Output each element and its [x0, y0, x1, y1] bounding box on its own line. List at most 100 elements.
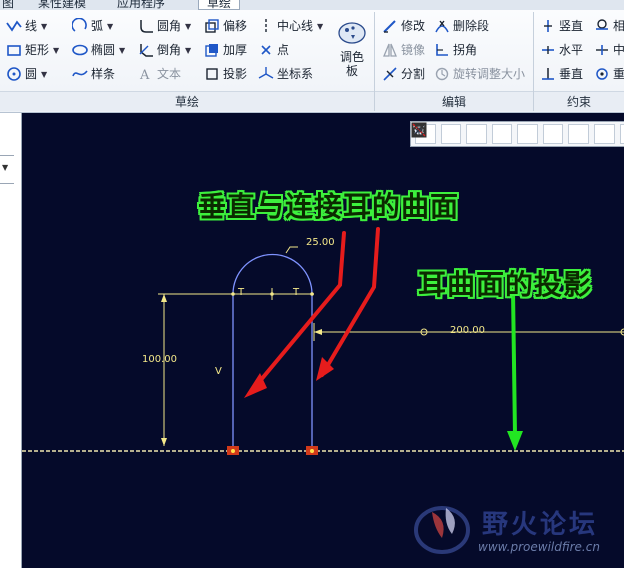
coincident-constraint-button[interactable]: 重: [594, 64, 624, 84]
zoom-in-button[interactable]: [412, 123, 462, 144]
project-label: 投影: [223, 67, 248, 81]
tab-applications[interactable]: 应用程序: [117, 0, 165, 10]
delete-segment-label: 删除段: [453, 19, 490, 33]
delete-segment-button[interactable]: 删除段: [434, 16, 489, 36]
chevron-down-icon[interactable]: ▼: [119, 46, 125, 55]
zoom-out-button[interactable]: [412, 123, 487, 144]
vertical-constraint-label: 竖直: [559, 19, 584, 33]
tangent-constraint-button[interactable]: 相: [594, 16, 624, 36]
group-label-constrain: 约束: [534, 91, 624, 111]
tab-view[interactable]: 图: [2, 0, 14, 10]
chevron-down-icon[interactable]: ▼: [107, 22, 113, 31]
arc-icon: [72, 18, 88, 34]
coincident-constraint-icon: [594, 66, 610, 82]
divide-icon: [382, 66, 398, 82]
modify-button[interactable]: 修改: [382, 16, 425, 36]
ellipse-button[interactable]: 椭圆 ▼: [72, 40, 125, 60]
spline-button[interactable]: 样条: [72, 64, 115, 84]
vertical-constraint-mark[interactable]: V: [215, 366, 222, 377]
watermark-name: 野火论坛: [482, 510, 599, 540]
circle-icon: [6, 66, 22, 82]
coordsys-label: 坐标系: [277, 67, 314, 81]
tab-sketch[interactable]: 草绘: [198, 0, 241, 10]
divider: [0, 183, 14, 184]
height-dimension[interactable]: 100.00: [142, 354, 177, 365]
palette-label-line1: 调色: [339, 50, 364, 64]
green-arrowhead: [507, 431, 523, 451]
rotate-resize-label: 旋转调整大小: [453, 67, 526, 81]
centerline-label: 中心线: [277, 19, 314, 33]
chamfer-label: 倒角: [157, 43, 182, 57]
coordsys-button[interactable]: 坐标系: [258, 64, 313, 84]
chevron-down-icon[interactable]: ▼: [41, 70, 47, 79]
tangent-constraint-mark[interactable]: T: [293, 287, 299, 298]
ellipse-icon: [72, 42, 88, 58]
rotate-resize-button[interactable]: 旋转调整大小: [434, 64, 525, 84]
vertical-constraint-button[interactable]: 竖直: [540, 16, 583, 36]
modify-icon: [382, 18, 398, 34]
radius-dimension[interactable]: 25.00: [306, 237, 335, 248]
palette-icon: [338, 22, 366, 44]
midpoint-constraint-icon: [594, 42, 610, 58]
arc-button[interactable]: 弧 ▼: [72, 16, 113, 36]
horizontal-constraint-icon: [540, 42, 556, 58]
chamfer-button[interactable]: 倒角 ▼: [138, 40, 191, 60]
chevron-down-icon[interactable]: ▼: [317, 22, 323, 31]
fillet-button[interactable]: 圆角 ▼: [138, 16, 191, 36]
creo-window: 图 某性建模 应用程序 草绘 线 ▼ 矩形 ▼ 圆 ▼ 弧 ▼ 椭圆 ▼ 样条 …: [0, 0, 624, 568]
chevron-down-icon[interactable]: ▼: [53, 46, 59, 55]
midpoint-constraint-label: 中: [613, 43, 624, 57]
project-button[interactable]: 投影: [204, 64, 247, 84]
circle-button[interactable]: 圆 ▼: [6, 64, 47, 84]
chevron-down-icon[interactable]: ▼: [185, 22, 191, 31]
centerline-icon: [258, 18, 274, 34]
arrowhead: [314, 329, 322, 335]
corner-icon: [434, 42, 450, 58]
coincident-constraint-label: 重: [613, 67, 624, 81]
chevron-down-icon[interactable]: ▼: [2, 163, 8, 172]
fillet-icon: [138, 18, 154, 34]
endpoint-dot: [231, 449, 235, 453]
graphics-canvas[interactable]: AB 25.00 100.00 200.00 T T V 垂直与连接耳的曲面 耳…: [22, 113, 624, 568]
radius-leader: [285, 246, 298, 254]
point-button[interactable]: 点: [258, 40, 289, 60]
divide-button[interactable]: 分割: [382, 64, 425, 84]
green-arrow-shaft: [511, 289, 517, 437]
offset-icon: [204, 18, 220, 34]
tangent-constraint-mark[interactable]: T: [238, 287, 244, 298]
thicken-icon: [204, 42, 220, 58]
sketcher-display-button[interactable]: [413, 124, 624, 144]
offset-button[interactable]: 偏移: [204, 16, 247, 36]
ribbon-tab-strip: 图 某性建模 应用程序 草绘: [0, 0, 624, 10]
repaint-button[interactable]: [412, 123, 513, 144]
sketch-view-button[interactable]: [412, 124, 589, 144]
datum-display-button[interactable]: [412, 123, 615, 144]
tab-modeling[interactable]: 某性建模: [38, 0, 86, 10]
red-arrow-shaft: [320, 227, 380, 377]
forum-logo-icon: [414, 506, 470, 554]
point-label: 点: [277, 43, 290, 57]
perpendicular-constraint-button[interactable]: 垂直: [540, 64, 583, 84]
centerline-button[interactable]: 中心线 ▼: [258, 16, 323, 36]
thicken-button[interactable]: 加厚: [204, 40, 247, 60]
palette-button[interactable]: 调色 板: [333, 18, 371, 90]
group-label-edit: 编辑: [375, 91, 533, 111]
display-style-button[interactable]: [413, 124, 538, 144]
midpoint-constraint-button[interactable]: 中: [594, 40, 624, 60]
corner-label: 拐角: [453, 43, 478, 57]
distance-dimension[interactable]: 200.00: [450, 325, 485, 336]
divide-label: 分割: [401, 67, 426, 81]
chevron-down-icon[interactable]: ▼: [185, 46, 191, 55]
line-button[interactable]: 线 ▼: [6, 16, 47, 36]
rectangle-icon: [6, 42, 22, 58]
rectangle-button[interactable]: 矩形 ▼: [6, 40, 59, 60]
chevron-down-icon[interactable]: ▼: [41, 22, 47, 31]
horizontal-constraint-button[interactable]: 水平: [540, 40, 583, 60]
text-button[interactable]: A 文本: [138, 64, 181, 84]
project-icon: [204, 66, 220, 82]
corner-button[interactable]: 拐角: [434, 40, 477, 60]
vertex-point: [231, 292, 235, 296]
saved-views-button[interactable]: AB: [412, 123, 564, 144]
mirror-button[interactable]: 镜像: [382, 40, 425, 60]
line-label: 线: [25, 19, 38, 33]
